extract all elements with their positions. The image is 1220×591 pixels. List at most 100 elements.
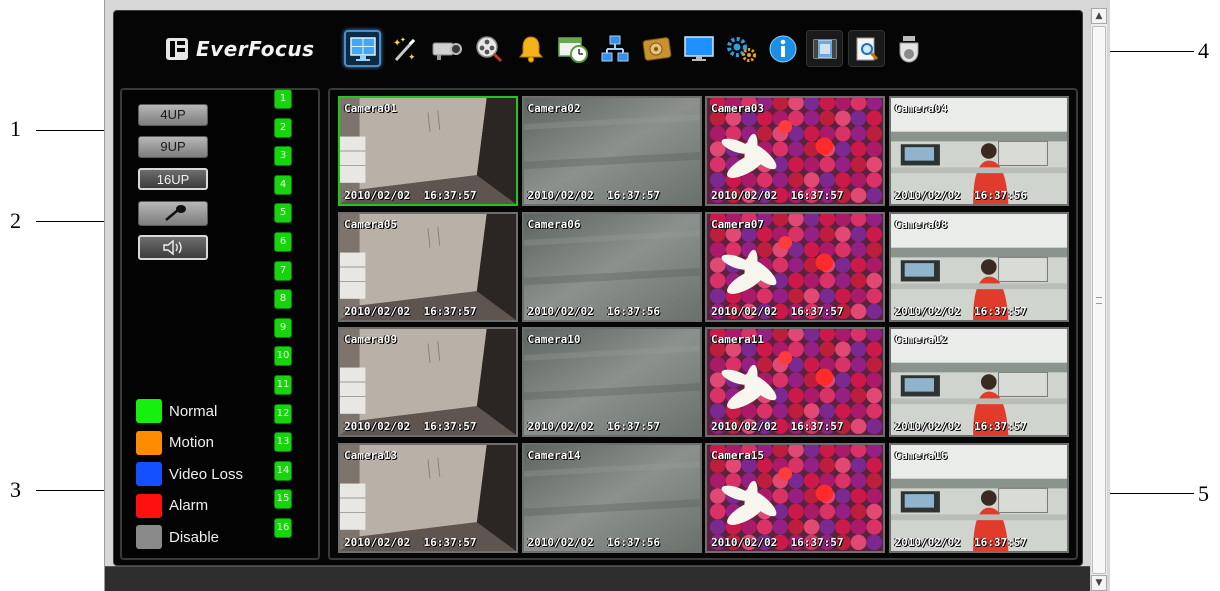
camera-tile[interactable]: Camera12 2010/02/02 16:37:57	[888, 327, 1069, 437]
camera-name: Camera02	[527, 102, 581, 115]
display-monitor-icon[interactable]	[680, 30, 717, 67]
camera-tile[interactable]: Camera06 2010/02/02 16:37:56	[521, 211, 702, 322]
legend-item: Alarm	[136, 493, 208, 518]
main-toolbar: ✦ ✦ ✦	[344, 30, 927, 67]
dvr-app: EverFocus ✦ ✦ ✦ 4UP 9UP 16UP 1 2 3 4 5 6…	[113, 10, 1083, 566]
scroll-down-arrow-icon[interactable]: ▼	[1091, 575, 1107, 591]
channel-badge[interactable]: 4	[274, 174, 292, 195]
legend-swatch	[136, 399, 162, 423]
camera-tile[interactable]: Camera15 2010/02/02 16:37:57	[705, 442, 885, 553]
video-export-icon[interactable]	[806, 30, 843, 67]
dvr-window: EverFocus ✦ ✦ ✦ 4UP 9UP 16UP 1 2 3 4 5 6…	[104, 0, 1110, 591]
status-strip	[105, 566, 1095, 591]
callout-5: 5	[1198, 481, 1209, 506]
camera-tile[interactable]: Camera04 2010/02/02 16:37:56	[888, 96, 1069, 206]
everfocus-logo: EverFocus	[166, 37, 314, 61]
camera-timestamp: 2010/02/02 16:37:57	[344, 535, 477, 549]
channel-badge[interactable]: 13	[274, 432, 292, 453]
camera-tile[interactable]: Camera02 2010/02/02 16:37:57	[521, 96, 702, 206]
live-view-icon[interactable]	[344, 30, 381, 67]
camera-timestamp: 2010/02/02 16:37:57	[711, 304, 844, 318]
scroll-thumb[interactable]	[1092, 26, 1106, 574]
camera-timestamp: 2010/02/02 16:37:57	[344, 420, 477, 433]
camera-timestamp: 2010/02/02 16:37:57	[711, 189, 844, 202]
channel-badge[interactable]: 6	[274, 232, 292, 252]
vertical-scrollbar[interactable]: ▲ ▼	[1090, 8, 1107, 591]
microphone-icon	[165, 205, 186, 221]
camera-name: Camera15	[711, 448, 764, 462]
camera-name: Camera04	[894, 102, 948, 115]
layout-16up-button[interactable]: 16UP	[138, 168, 208, 190]
alarm-bell-icon[interactable]	[512, 30, 549, 67]
system-settings-icon[interactable]	[722, 30, 759, 67]
camera-name: Camera14	[527, 448, 581, 462]
channel-badge[interactable]: 15	[274, 489, 292, 510]
ptz-dome-icon[interactable]	[890, 30, 927, 67]
camera-name: Camera01	[344, 102, 397, 115]
channel-badge[interactable]: 1	[274, 89, 292, 109]
camera-name: Camera16	[894, 448, 948, 462]
channel-badge[interactable]: 16	[274, 518, 292, 538]
left-control-panel: 4UP 9UP 16UP 1 2 3 4 5 6 7 8 9 10 11 12 13 14 15 16 Nor…	[120, 88, 320, 560]
camera-tile[interactable]: Camera03 2010/02/02 16:37:57	[705, 96, 885, 206]
camera-name: Camera11	[711, 333, 764, 346]
camera-tile[interactable]: Camera01 2010/02/02 16:37:57	[338, 96, 518, 206]
microphone-button[interactable]	[138, 201, 208, 226]
camera-grid: Camera01 2010/02/02 16:37:57 Camera02 2010/…	[328, 88, 1078, 560]
camera-tile[interactable]: Camera05 2010/02/02 16:37:57	[338, 211, 518, 322]
channel-badge[interactable]: 8	[274, 289, 292, 310]
camera-tile[interactable]: Camera11 2010/02/02 16:37:57	[705, 327, 885, 437]
legend-label: Motion	[169, 434, 215, 451]
camera-timestamp: 2010/02/02 16:37:57	[894, 535, 1027, 549]
setup-wizard-icon[interactable]: ✦ ✦ ✦	[386, 30, 423, 67]
camera-timestamp: 2010/02/02 16:37:57	[711, 535, 844, 549]
camera-icon[interactable]	[428, 30, 465, 67]
legend-item: Video Loss	[136, 462, 243, 486]
svg-text:✦: ✦	[408, 53, 416, 63]
network-icon[interactable]	[596, 30, 633, 67]
legend-label: Disable	[169, 528, 220, 546]
layout-9up-button[interactable]: 9UP	[138, 136, 208, 158]
camera-timestamp: 2010/02/02 16:37:57	[711, 420, 844, 433]
channel-badge[interactable]: 10	[274, 346, 292, 367]
camera-tile[interactable]: Camera09 2010/02/02 16:37:57	[338, 327, 518, 437]
legend-swatch	[136, 462, 162, 486]
camera-name: Camera13	[344, 448, 397, 462]
camera-name: Camera08	[894, 217, 948, 231]
disk-icon[interactable]	[638, 30, 675, 67]
camera-timestamp: 2010/02/02 16:37:56	[527, 304, 660, 318]
camera-timestamp: 2010/02/02 16:37:57	[527, 189, 660, 202]
scroll-up-arrow-icon[interactable]: ▲	[1091, 8, 1107, 24]
camera-name: Camera07	[711, 217, 764, 231]
speaker-icon	[163, 239, 182, 256]
logo-text: EverFocus	[196, 37, 315, 61]
camera-tile[interactable]: Camera16 2010/02/02 16:37:57	[888, 442, 1069, 553]
channel-badge[interactable]: 3	[274, 146, 292, 167]
camera-timestamp: 2010/02/02 16:37:57	[344, 189, 477, 202]
speaker-button[interactable]	[138, 235, 208, 260]
camera-tile[interactable]: Camera14 2010/02/02 16:37:56	[521, 442, 702, 553]
playback-reel-icon[interactable]	[470, 30, 507, 67]
legend-swatch	[136, 493, 162, 518]
camera-timestamp: 2010/02/02 16:37:56	[527, 535, 660, 549]
camera-name: Camera03	[711, 102, 764, 115]
camera-tile[interactable]: Camera10 2010/02/02 16:37:57	[521, 327, 702, 437]
event-search-icon[interactable]	[848, 30, 885, 67]
channel-badge[interactable]: 7	[274, 260, 292, 281]
channel-badge[interactable]: 2	[274, 117, 292, 138]
schedule-icon[interactable]	[554, 30, 591, 67]
channel-badge[interactable]: 9	[274, 317, 292, 338]
channel-badge[interactable]: 12	[274, 403, 292, 424]
legend-item: Disable	[136, 525, 219, 549]
camera-name: Camera05	[344, 217, 397, 231]
channel-badge[interactable]: 14	[274, 460, 292, 481]
camera-tile[interactable]: Camera07 2010/02/02 16:37:57	[705, 211, 885, 322]
information-icon[interactable]	[764, 30, 801, 67]
layout-4up-button[interactable]: 4UP	[138, 104, 208, 126]
channel-badge[interactable]: 5	[274, 203, 292, 224]
legend-item: Normal	[136, 399, 217, 423]
camera-timestamp: 2010/02/02 16:37:57	[344, 304, 477, 318]
camera-tile[interactable]: Camera13 2010/02/02 16:37:57	[338, 442, 518, 553]
camera-tile[interactable]: Camera08 2010/02/02 16:37:57	[888, 211, 1069, 322]
channel-badge[interactable]: 11	[274, 375, 292, 395]
